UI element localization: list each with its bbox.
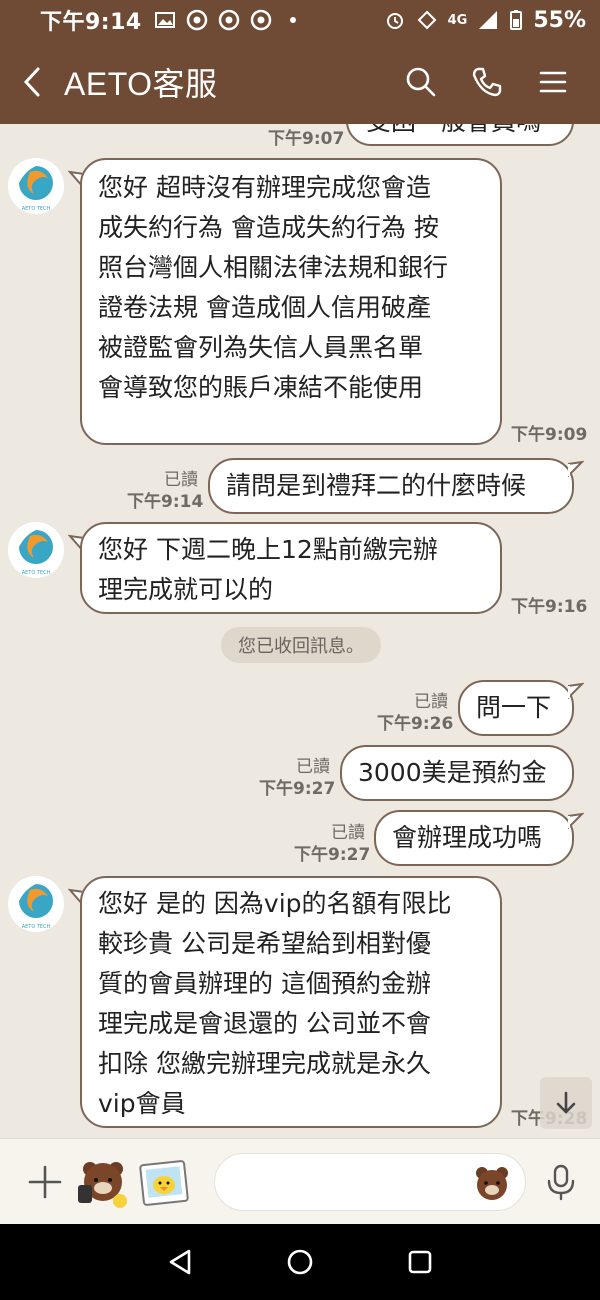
chrome-icon (186, 9, 207, 31)
battery-percent: 55% (533, 7, 586, 33)
message-time: 下午9:09 (511, 425, 588, 445)
message-time: 下午9:16 (511, 597, 588, 617)
nav-home-button[interactable] (280, 1242, 320, 1282)
more-notifications-icon (289, 17, 296, 23)
avatar-brand: AETO TECH (22, 206, 51, 212)
emoji-button[interactable] (472, 1163, 512, 1203)
chevron-left-icon (23, 67, 40, 97)
message-bubble-outgoing[interactable]: 3000美是預約金 (340, 745, 574, 801)
message-time: 下午9:26 (377, 714, 454, 734)
avatar[interactable]: AETO TECH (8, 522, 64, 578)
bubble-tail (568, 460, 584, 478)
square-recents-icon (408, 1250, 432, 1274)
sticker-button-sally[interactable] (138, 1159, 190, 1209)
avatar-brand: AETO TECH (22, 570, 51, 576)
brown-bear-sticker-icon (78, 1162, 127, 1208)
sally-photo-sticker-icon (139, 1160, 189, 1206)
system-notice: 您已收回訊息。 (221, 627, 381, 663)
chat-header: AETO客服 (0, 40, 600, 124)
voice-button[interactable] (540, 1161, 582, 1203)
back-button[interactable] (0, 40, 64, 124)
bubble-tail (568, 682, 584, 700)
status-time: 下午9:14 (40, 10, 142, 35)
search-icon (406, 67, 436, 97)
chrome-icon (218, 9, 239, 31)
bubble-tail (568, 812, 584, 830)
message-bubble-incoming[interactable]: 您好 下週二晚上12點前繳完辦 理完成就可以的 (80, 522, 502, 614)
header-actions (400, 61, 600, 103)
call-button[interactable] (466, 61, 508, 103)
aeto-logo-icon: AETO TECH (8, 876, 64, 932)
status-bar: 下午9:14 4G 55% (0, 0, 600, 40)
microphone-icon (547, 1164, 575, 1201)
phone-icon (472, 67, 502, 97)
chrome-icon (250, 9, 271, 31)
system-navigation-bar (0, 1224, 600, 1300)
message-time: 下午9:27 (259, 779, 336, 799)
circle-home-icon (287, 1249, 313, 1275)
gallery-icon (154, 12, 175, 28)
message-bubble-incoming[interactable]: 您好 是的 因為vip的名額有限比 較珍貴 公司是希望給到相對優 質的會員辦理的… (80, 876, 502, 1128)
data-saver-icon (417, 10, 437, 30)
message-bubble-outgoing[interactable]: 請問是到禮拜二的什麼時候 (208, 458, 574, 514)
search-button[interactable] (400, 61, 442, 103)
plus-icon (28, 1165, 62, 1199)
nav-back-button[interactable] (160, 1242, 200, 1282)
alarm-icon (386, 13, 403, 29)
network-type: 4G (447, 12, 468, 28)
scroll-to-bottom-button[interactable] (540, 1077, 592, 1129)
status-right: 4G 55% (384, 8, 586, 33)
aeto-logo-icon: AETO TECH (8, 158, 64, 214)
menu-icon (539, 71, 567, 93)
message-time: 下午9:14 (127, 492, 204, 512)
input-bar (0, 1138, 600, 1224)
battery-icon (510, 10, 523, 30)
chat-area[interactable]: 下午9:07 受困一般會員嗎 AETO TECH 您好 超時沒有辦理完成您會造 … (0, 124, 600, 1138)
avatar[interactable]: AETO TECH (8, 876, 64, 932)
message-bubble-outgoing[interactable]: 受困一般會員嗎 (346, 124, 574, 146)
message-time: 下午9:07 (268, 129, 345, 149)
avatar[interactable]: AETO TECH (8, 158, 64, 214)
bear-emoji-icon (476, 1167, 508, 1200)
arrow-down-icon (556, 1091, 576, 1114)
aeto-logo-icon: AETO TECH (8, 522, 64, 578)
menu-button[interactable] (532, 61, 574, 103)
avatar-brand: AETO TECH (22, 924, 51, 930)
triangle-back-icon (169, 1249, 191, 1275)
message-time: 下午9:27 (294, 845, 371, 865)
sticker-button-brown[interactable] (76, 1155, 130, 1209)
nav-recents-button[interactable] (400, 1242, 440, 1282)
message-bubble-outgoing[interactable]: 問一下 (458, 680, 574, 736)
message-bubble-incoming[interactable]: 您好 超時沒有辦理完成您會造 成失約行為 會造成失約行為 按 照台灣個人相關法律… (80, 158, 502, 445)
message-bubble-outgoing[interactable]: 會辦理成功嗎 (374, 810, 574, 866)
chat-title: AETO客服 (64, 66, 218, 102)
notification-icons (154, 9, 304, 31)
signal-icon (479, 11, 498, 29)
add-button[interactable] (24, 1161, 66, 1203)
